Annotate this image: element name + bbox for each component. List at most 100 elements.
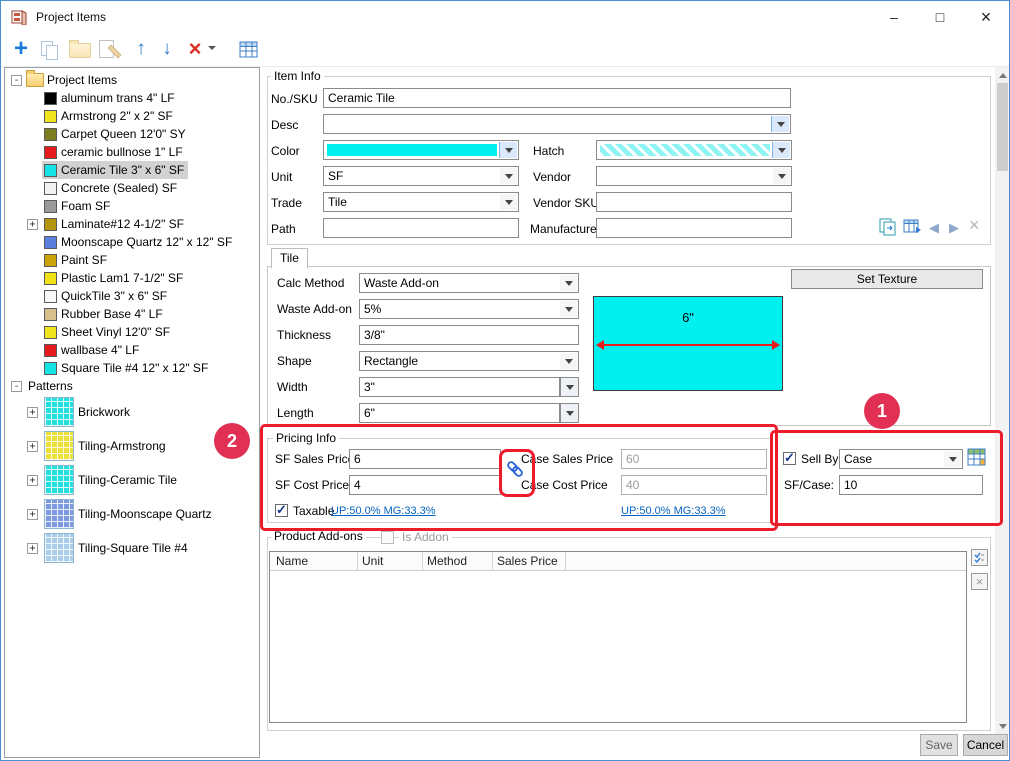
manufacturer-input[interactable] [596,218,792,238]
tree-item[interactable]: Sheet Vinyl 12'0" SF [5,323,259,341]
column-header-method[interactable]: Method [427,554,467,568]
set-texture-button[interactable]: Set Texture [791,269,983,289]
width-dropdown-button[interactable] [560,377,579,397]
edit-item-icon[interactable] [99,40,114,58]
width-input[interactable]: 3" [359,377,560,397]
open-folder-icon[interactable] [69,40,91,58]
case-table-icon[interactable] [967,448,987,467]
save-button[interactable]: Save [920,734,958,756]
delete-item-button[interactable]: × [183,36,207,61]
price-link-icon[interactable] [505,459,525,479]
close-button[interactable]: × [963,1,1009,33]
column-header-name[interactable]: Name [276,554,308,568]
import-grid-icon[interactable] [903,218,923,236]
next-item-icon[interactable]: ▶ [949,220,959,236]
addon-checklist-button[interactable] [971,549,988,566]
sell-by-combo[interactable]: Case [839,449,963,469]
expand-icon[interactable]: + [27,218,38,230]
expand-icon[interactable]: + [27,474,38,486]
tree-root-project-items[interactable]: - Project Items [5,70,259,89]
taxable-checkbox[interactable] [275,502,288,518]
tree-pattern-item[interactable]: + Tiling-Square Tile #4 [5,531,259,565]
tree-item[interactable]: QuickTile 3" x 6" SF [5,287,259,305]
color-combo[interactable] [323,140,519,160]
maximize-button[interactable]: □ [917,1,963,33]
shape-combo[interactable]: Rectangle [359,351,579,371]
minimize-button[interactable]: – [871,1,917,33]
chevron-down-icon[interactable] [771,116,789,132]
thickness-input[interactable]: 3/8" [359,325,579,345]
sf-per-case-input[interactable]: 10 [839,475,983,495]
trade-combo[interactable]: Tile [323,192,519,212]
tree-item[interactable]: Rubber Base 4" LF [5,305,259,323]
sf-cost-price-input[interactable]: 4 [349,475,501,495]
tree-item[interactable]: ceramic bullnose 1" LF [5,143,259,161]
addons-table[interactable]: Name Unit Method Sales Price [269,551,967,723]
chevron-down-icon[interactable] [560,301,577,317]
sell-by-checkbox[interactable] [783,450,796,466]
expand-icon[interactable]: + [27,508,38,520]
chevron-down-icon[interactable] [500,194,517,210]
chevron-down-icon[interactable] [944,451,961,467]
tree-item[interactable]: Concrete (Sealed) SF [5,179,259,197]
previous-item-icon[interactable]: ◀ [929,220,939,236]
tree-item[interactable]: Square Tile #4 12" x 12" SF [5,359,259,377]
tree-item[interactable]: Moonscape Quartz 12" x 12" SF [5,233,259,251]
path-input[interactable] [323,218,519,238]
sf-sales-price-input[interactable]: 6 [349,449,501,469]
expand-icon[interactable]: + [27,542,38,554]
calc-method-combo[interactable]: Waste Add-on [359,273,579,293]
tree-item[interactable]: Carpet Queen 12'0" SY [5,125,259,143]
case-margin-link[interactable]: UP:50.0% MG:33.3% [621,505,726,517]
move-down-button[interactable]: ↓ [155,37,179,61]
tree-item[interactable]: Plastic Lam1 7-1/2" SF [5,269,259,287]
chevron-down-icon[interactable] [773,168,790,184]
vendor-combo[interactable] [596,166,792,186]
tab-tile[interactable]: Tile [271,248,308,269]
tree-item[interactable]: wallbase 4" LF [5,341,259,359]
tree-item[interactable]: Paint SF [5,251,259,269]
expand-icon[interactable]: + [27,440,38,452]
length-input[interactable]: 6" [359,403,560,423]
tree-pattern-item[interactable]: + Tiling-Moonscape Quartz [5,497,259,531]
tree-pattern-item[interactable]: + Brickwork [5,395,259,429]
desc-combo[interactable] [323,114,791,134]
expand-icon[interactable]: + [27,406,38,418]
copy-item-icon[interactable] [41,41,59,60]
duplicate-item-icon[interactable] [879,218,899,236]
vendor-sku-input[interactable] [596,192,792,212]
delete-dropdown-icon[interactable] [207,45,217,55]
cancel-button[interactable]: Cancel [963,734,1008,756]
column-header-unit[interactable]: Unit [362,554,383,568]
sku-input[interactable]: Ceramic Tile [323,88,791,108]
tree-item[interactable]: Foam SF [5,197,259,215]
tree-item[interactable]: Armstrong 2" x 2" SF [5,107,259,125]
chevron-down-icon[interactable] [499,142,517,158]
hatch-combo[interactable] [596,140,792,160]
move-up-button[interactable]: ↑ [129,37,153,61]
addon-remove-button[interactable]: × [971,573,988,590]
collapse-icon[interactable]: - [11,380,22,392]
unit-combo[interactable]: SF [323,166,519,186]
tree-root-patterns[interactable]: - Patterns [5,377,259,395]
tree-item[interactable]: + Laminate#12 4-1/2" SF [5,215,259,233]
tree-item[interactable]: aluminum trans 4" LF [5,89,259,107]
chevron-down-icon[interactable] [500,168,517,184]
collapse-icon[interactable]: - [11,74,22,86]
add-item-button[interactable]: + [9,35,33,62]
clear-item-icon[interactable]: × [969,215,980,236]
tree-pattern-item[interactable]: + Tiling-Ceramic Tile [5,463,259,497]
scroll-up-icon[interactable] [995,67,1009,82]
grid-view-icon[interactable] [239,41,258,58]
waste-addon-combo[interactable]: 5% [359,299,579,319]
chevron-down-icon[interactable] [560,275,577,291]
length-dropdown-button[interactable] [560,403,579,423]
sf-margin-link[interactable]: UP:50.0% MG:33.3% [331,505,436,517]
tree-item-selected[interactable]: Ceramic Tile 3" x 6" SF [5,161,259,179]
column-header-sales-price[interactable]: Sales Price [497,554,558,568]
chevron-down-icon[interactable] [560,353,577,369]
scrollbar-thumb[interactable] [997,83,1008,171]
scroll-down-icon[interactable] [995,719,1009,734]
chevron-down-icon[interactable] [772,142,790,158]
vertical-scrollbar[interactable] [995,67,1009,734]
